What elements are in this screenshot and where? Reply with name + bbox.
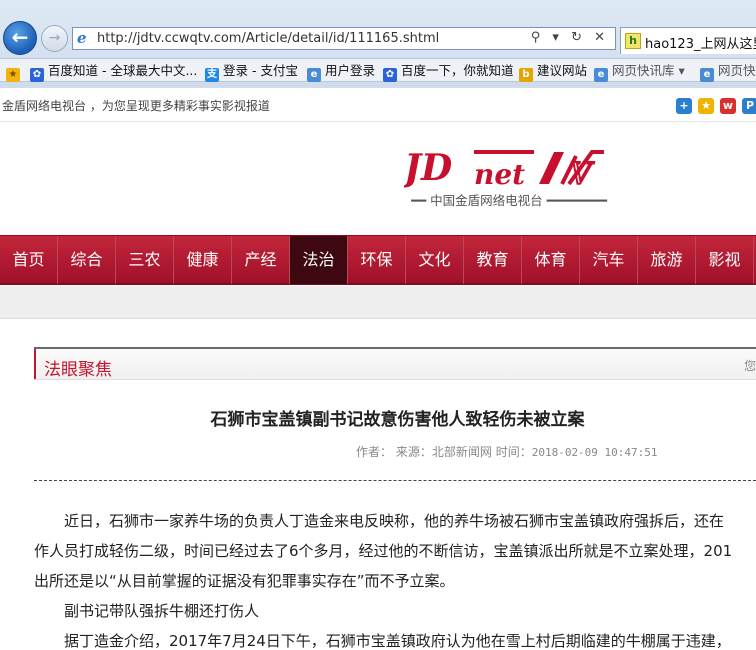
menu-item-law[interactable]: 法治 [290, 236, 348, 284]
favorites-star-icon[interactable]: ★ [6, 62, 24, 82]
breadcrumb: 您 [744, 359, 756, 373]
menu-item-general[interactable]: 综合 [58, 236, 116, 284]
menu-item-culture[interactable]: 文化 [406, 236, 464, 284]
address-tools-icons[interactable]: ⚲ ▾ ↻ ✕ [531, 30, 609, 45]
section-header: 法眼聚焦 您 [34, 347, 756, 380]
article-subheading: 副书记带队强拆牛棚还打伤人 [34, 602, 260, 620]
site-top-bar: 金盾网络电视台 ，为您呈现更多精彩事实影视报道 + ★ w P [0, 88, 756, 122]
bing-icon: b [519, 68, 533, 82]
site-slogan: 金盾网络电视台 ，为您呈现更多精彩事实影视报道 [2, 99, 270, 113]
menu-item-auto[interactable]: 汽车 [580, 236, 638, 284]
svg-text:net: net [474, 158, 525, 190]
browser-chrome: ← → e http://jdtv.ccwqtv.com/Article/det… [0, 0, 756, 88]
favorite-item[interactable]: e 用户登录 [307, 62, 375, 82]
time-label: 时间： [495, 445, 532, 459]
article-paragraph: 据丁造金介绍，2017年7月24日下午，石狮市宝盖镇政府认为他在雪上村后期临建的… [34, 632, 731, 650]
logo-subtitle: ━━ 中国金盾网络电视台 ━━━━━━━━ [411, 193, 607, 208]
menu-item-health[interactable]: 健康 [174, 236, 232, 284]
web-page: 金盾网络电视台 ，为您呈现更多精彩事实影视报道 + ★ w P JD net V… [0, 88, 756, 650]
article-paragraph: 出所还是以“从目前掌握的证据没有犯罪事实存在”而不予立案。 [34, 572, 455, 590]
site-logo[interactable]: JD net V ━━ 中国金盾网络电视台 ━━━━━━━━ [404, 146, 614, 212]
renren-share-icon[interactable]: P [742, 98, 756, 114]
article-title: 石狮市宝盖镇副书记故意伤害他人致轻伤未被立案 [210, 410, 585, 430]
favorite-item[interactable]: 支登录 - 支付宝 [205, 62, 298, 82]
menu-item-agriculture[interactable]: 三农 [116, 236, 174, 284]
baidu-paw-icon: ✿ [30, 68, 44, 82]
sina-weibo-share-icon[interactable]: w [720, 98, 736, 114]
article-source: 来源：北部新闻网 [395, 445, 492, 459]
article-paragraph: 作人员打成轻伤二级，时间已经过去了6个多月，经过他的不断信访，宝盖镇派出所就是不… [34, 542, 733, 560]
ie-page-icon: e [307, 68, 321, 82]
baidu-paw-icon: ✿ [383, 68, 397, 82]
article-meta: 作者： 来源：北部新闻网 时间：2018-02-09 10:47:51 [356, 443, 658, 460]
browser-tab[interactable]: h hao123_上网从这里... [620, 27, 756, 54]
menu-item-environment[interactable]: 环保 [348, 236, 406, 284]
jd-net-tv-logo-icon: JD net V [404, 147, 604, 190]
menu-item-film[interactable]: 影视 [696, 236, 754, 284]
section-title[interactable]: 法眼聚焦 [44, 355, 112, 380]
favorite-item[interactable]: b 建议网站 [519, 62, 587, 82]
favorite-item[interactable]: ✿ 百度知道 - 全球最大中文... [30, 62, 197, 82]
sub-nav-bar [0, 286, 756, 319]
ie-logo-icon: e [77, 29, 87, 47]
menu-item-home[interactable]: 首页 [0, 236, 58, 284]
author-label: 作者： [356, 445, 393, 459]
qzone-share-icon[interactable]: ★ [698, 98, 714, 114]
address-bar[interactable]: e http://jdtv.ccwqtv.com/Article/detail/… [72, 27, 616, 50]
hao123-favicon-icon: h [625, 33, 641, 49]
tab-label: hao123_上网从这里... [645, 37, 756, 52]
section-accent-bar [34, 349, 36, 379]
article-time: 2018-02-09 10:47:51 [531, 446, 658, 459]
favorite-item[interactable]: ✿ 百度一下，你就知道 [383, 62, 514, 82]
svg-text:JD: JD [404, 147, 452, 189]
svg-text:V: V [570, 157, 595, 190]
favorite-item[interactable]: e 网页快 [700, 62, 756, 82]
address-url[interactable]: http://jdtv.ccwqtv.com/Article/detail/id… [97, 31, 439, 46]
browser-nav-row: ← → e http://jdtv.ccwqtv.com/Article/det… [0, 0, 756, 56]
alipay-icon: 支 [205, 68, 219, 82]
main-menu: 首页 综合 三农 健康 产经 法治 环保 文化 教育 体育 汽车 旅游 影视 [0, 235, 756, 285]
menu-item-industry[interactable]: 产经 [232, 236, 290, 284]
ie-page-icon: e [594, 68, 608, 82]
article-paragraph: 近日，石狮市一家养牛场的负责人丁造金来电反映称，他的养牛场被石狮市宝盖镇政府强拆… [34, 512, 725, 530]
menu-item-sports[interactable]: 体育 [522, 236, 580, 284]
back-arrow-icon[interactable]: ← [3, 21, 37, 55]
menu-item-travel[interactable]: 旅游 [638, 236, 696, 284]
plus-share-icon[interactable]: + [676, 98, 692, 114]
favorites-bar: ★ ✿ 百度知道 - 全球最大中文... 支登录 - 支付宝 e 用户登录 ✿ 百度一… [0, 58, 756, 82]
menu-item-education[interactable]: 教育 [464, 236, 522, 284]
favorite-item[interactable]: e 网页快讯库 ▾ [594, 62, 685, 82]
ie-page-icon: e [700, 68, 714, 82]
dashed-divider [34, 480, 756, 481]
forward-arrow-icon[interactable]: → [41, 25, 68, 52]
